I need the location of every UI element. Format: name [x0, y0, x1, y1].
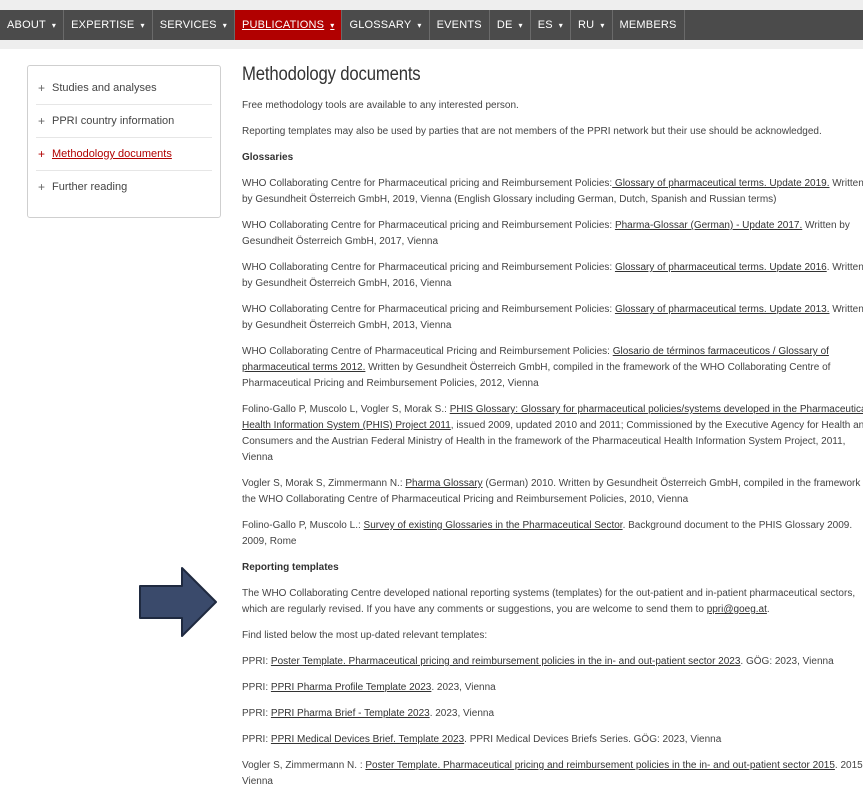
- email-link[interactable]: ppri@goeg.at: [707, 604, 767, 615]
- sidebar-item-methodology[interactable]: + Methodology documents: [36, 138, 212, 171]
- glossary-link[interactable]: Glossary of pharmaceutical terms. Update…: [612, 178, 830, 189]
- template-entry: PPRI: PPRI Pharma Brief - Template 2023.…: [242, 708, 495, 719]
- glossary-entry: WHO Collaborating Centre of Pharmaceutic…: [242, 346, 831, 389]
- template-link[interactable]: PPRI Pharma Profile Template 2023: [271, 682, 431, 693]
- intro-text: Free methodology tools are available to …: [242, 100, 519, 111]
- template-entry: PPRI: Poster Template. Pharmaceutical pr…: [242, 656, 834, 667]
- sidebar-item-label: Studies and analyses: [52, 82, 157, 94]
- glossary-entry: Vogler S, Morak S, Zimmermann N.: Pharma…: [242, 478, 863, 505]
- section-heading-glossaries: Glossaries: [242, 152, 294, 163]
- glossary-link[interactable]: Glossary of pharmaceutical terms. Update…: [615, 304, 830, 315]
- nav-publications[interactable]: PUBLICATIONS ▾: [234, 10, 343, 40]
- glossary-entry: Folino-Gallo P, Muscolo L.: Survey of ex…: [242, 520, 853, 547]
- nav-glossary[interactable]: GLOSSARY ▾: [342, 10, 430, 40]
- template-entry: Vogler S, Zimmermann N. : Poster Templat…: [242, 760, 863, 787]
- sidebar-item-studies[interactable]: + Studies and analyses: [36, 72, 212, 105]
- chevron-down-icon: ▾: [600, 20, 605, 30]
- plus-icon: +: [38, 81, 46, 95]
- page-title: Methodology documents: [242, 64, 421, 85]
- sidebar-item-label: PPRI country information: [52, 115, 175, 127]
- chevron-down-icon: ▾: [330, 20, 335, 30]
- nav-members[interactable]: MEMBERS: [613, 10, 685, 40]
- nav-events[interactable]: EVENTS: [430, 10, 490, 40]
- glossary-link[interactable]: Survey of existing Glossaries in the Pha…: [364, 520, 623, 531]
- plus-icon: +: [38, 147, 46, 161]
- right-arrow-icon: [139, 567, 217, 637]
- plus-icon: +: [38, 114, 46, 128]
- nav-lang-de[interactable]: DE ▾: [490, 10, 531, 40]
- template-link[interactable]: PPRI Pharma Brief - Template 2023: [271, 708, 430, 719]
- chevron-down-icon: ▾: [558, 20, 564, 30]
- glossary-entry: WHO Collaborating Centre for Pharmaceuti…: [242, 220, 850, 247]
- main-content: Methodology documents Free methodology t…: [242, 62, 863, 800]
- chevron-down-icon: ▾: [222, 20, 227, 30]
- glossary-link[interactable]: Glossary of pharmaceutical terms. Update…: [615, 262, 827, 273]
- nav-services[interactable]: SERVICES ▾: [153, 10, 235, 40]
- chevron-down-icon: ▾: [417, 20, 422, 30]
- chevron-down-icon: ▾: [518, 20, 523, 30]
- template-entry: PPRI: PPRI Pharma Profile Template 2023.…: [242, 682, 496, 693]
- intro-text: Reporting templates may also be used by …: [242, 126, 822, 137]
- sidebar-item-label: Methodology documents: [52, 148, 172, 160]
- reporting-intro: The WHO Collaborating Centre developed n…: [242, 588, 856, 615]
- glossary-entry: WHO Collaborating Centre for Pharmaceuti…: [242, 178, 863, 205]
- reporting-find-text: Find listed below the most up-dated rele…: [242, 630, 488, 641]
- glossary-link[interactable]: Pharma-Glossar (German) - Update 2017.: [615, 220, 802, 231]
- glossary-entry: Folino-Gallo P, Muscolo L, Vogler S, Mor…: [242, 402, 863, 466]
- glossary-entry: WHO Collaborating Centre for Pharmaceuti…: [242, 262, 863, 289]
- nav-expertise[interactable]: EXPERTISE ▾: [64, 10, 153, 40]
- nav-lang-ru[interactable]: RU ▾: [571, 10, 613, 40]
- glossary-entry: WHO Collaborating Centre for Pharmaceuti…: [242, 304, 863, 331]
- template-link[interactable]: Poster Template. Pharmaceutical pricing …: [271, 656, 741, 667]
- sidebar-item-label: Further reading: [52, 181, 128, 193]
- template-entry: PPRI: PPRI Medical Devices Brief. Templa…: [242, 734, 722, 745]
- glossary-link[interactable]: Pharma Glossary: [405, 478, 482, 489]
- nav-lang-es[interactable]: ES ▾: [531, 10, 572, 40]
- plus-icon: +: [38, 180, 46, 194]
- chevron-down-icon: ▾: [140, 20, 145, 30]
- sidebar-item-country-info[interactable]: + PPRI country information: [36, 105, 212, 138]
- main-nav: ABOUT ▾ EXPERTISE ▾ SERVICES ▾ PUBLICATIONS…: [0, 10, 863, 40]
- template-link[interactable]: PPRI Medical Devices Brief. Template 202…: [271, 734, 464, 745]
- nav-about[interactable]: ABOUT ▾: [0, 10, 65, 40]
- sidebar-item-further-reading[interactable]: + Further reading: [36, 171, 212, 203]
- template-link[interactable]: Poster Template. Pharmaceutical pricing …: [365, 760, 835, 771]
- sidebar: + Studies and analyses + PPRI country info…: [27, 65, 221, 218]
- chevron-down-icon: ▾: [51, 20, 57, 30]
- section-heading-reporting: Reporting templates: [242, 562, 339, 573]
